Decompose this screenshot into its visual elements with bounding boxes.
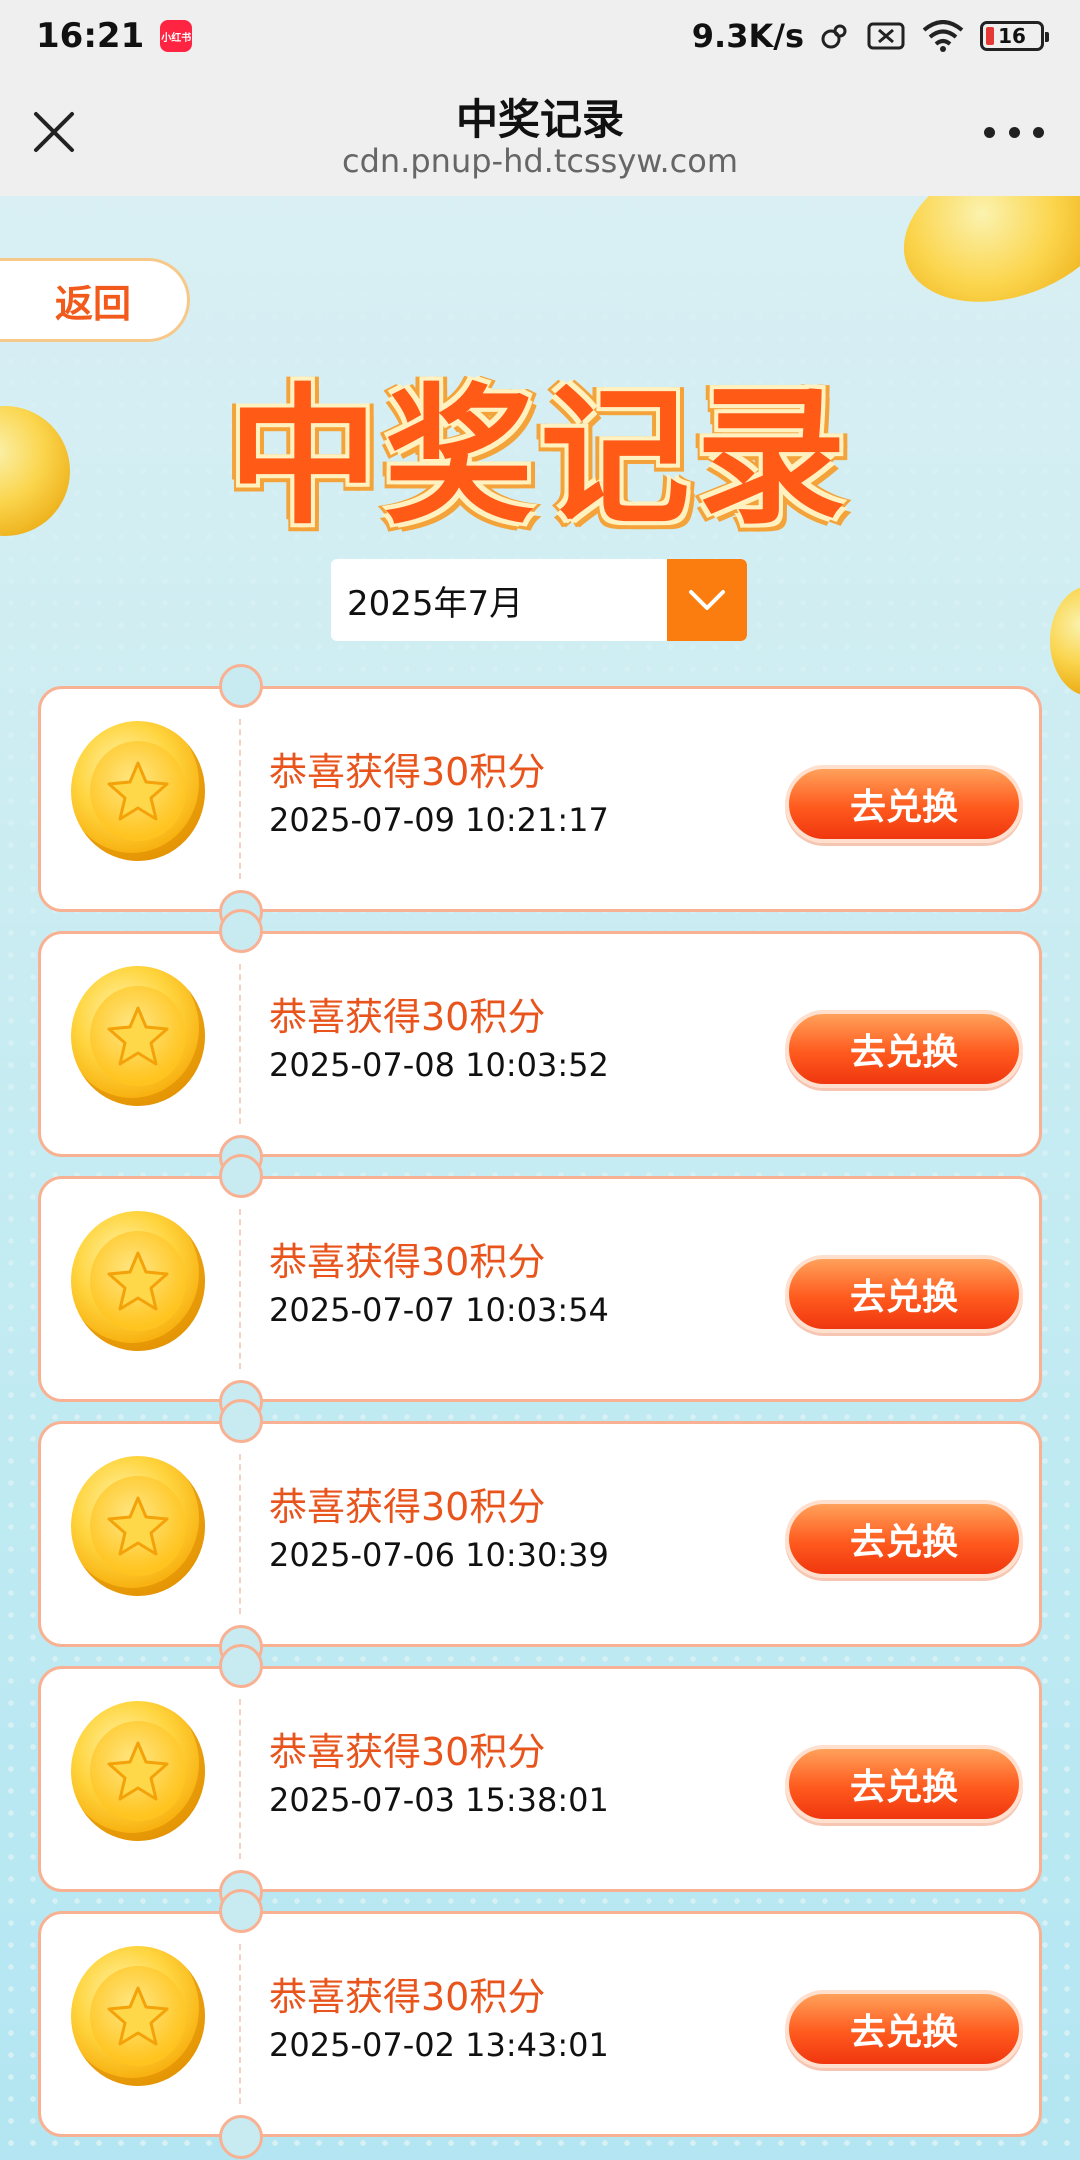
more-menu-button[interactable]	[984, 124, 1044, 140]
record-card: 恭喜获得30积分 2025-07-02 13:43:01 去兑换	[38, 1889, 1042, 2159]
network-speed: 9.3K/s	[691, 17, 804, 55]
redeem-button[interactable]: 去兑换	[785, 1745, 1023, 1823]
month-select-value: 2025年7月	[347, 583, 524, 624]
star-coin-icon	[71, 1946, 205, 2086]
battery-icon: 16	[980, 21, 1049, 51]
record-list: 恭喜获得30积分 2025-07-09 10:21:17 去兑换 恭喜获得30积…	[38, 664, 1042, 2159]
record-time: 2025-07-08 10:03:52	[269, 1046, 609, 1084]
star-coin-icon	[71, 966, 205, 1106]
record-time: 2025-07-06 10:30:39	[269, 1536, 609, 1574]
chevron-down-icon[interactable]	[667, 559, 747, 641]
redeem-button[interactable]: 去兑换	[785, 1255, 1023, 1333]
record-card: 恭喜获得30积分 2025-07-03 15:38:01 去兑换	[38, 1644, 1042, 1914]
xiaohongshu-app-icon: 小红书	[160, 20, 193, 52]
status-time: 16:21	[36, 16, 145, 56]
record-title: 恭喜获得30积分	[269, 1975, 546, 2019]
star-coin-icon	[71, 1456, 205, 1596]
wifi-icon	[922, 20, 964, 52]
decorative-coin-icon	[882, 196, 1080, 330]
record-card: 恭喜获得30积分 2025-07-06 10:30:39 去兑换	[38, 1399, 1042, 1669]
more-dot-icon	[1008, 126, 1020, 138]
star-coin-icon	[71, 1211, 205, 1351]
redeem-button[interactable]: 去兑换	[785, 1500, 1023, 1578]
browser-title-bar: 中奖记录 cdn.pnup-hd.tcssyw.com	[0, 72, 1080, 196]
star-coin-icon	[71, 721, 205, 861]
record-card: 恭喜获得30积分 2025-07-07 10:03:54 去兑换	[38, 1154, 1042, 1424]
page-heading: 中奖记录	[227, 371, 852, 545]
record-title: 恭喜获得30积分	[269, 1240, 546, 1284]
record-title: 恭喜获得30积分	[269, 1485, 546, 1529]
more-dot-icon	[984, 126, 995, 138]
record-time: 2025-07-09 10:21:17	[269, 801, 609, 839]
redeem-button[interactable]: 去兑换	[785, 1010, 1023, 1088]
record-title: 恭喜获得30积分	[269, 995, 546, 1039]
more-dot-icon	[1033, 126, 1044, 138]
main-content: 返回 中奖记录 2025年7月 恭喜获得30积分 2025-07-09 10:2…	[0, 196, 1080, 2160]
page-title: 中奖记录	[455, 95, 624, 144]
record-time: 2025-07-07 10:03:54	[269, 1291, 609, 1329]
status-bar: 16:21 小红书 9.3K/s 16	[0, 0, 1080, 72]
redeem-button[interactable]: 去兑换	[785, 765, 1023, 843]
record-title: 恭喜获得30积分	[269, 1730, 546, 1774]
redeem-button[interactable]: 去兑换	[785, 1990, 1023, 2068]
record-title: 恭喜获得30积分	[269, 750, 546, 794]
decorative-coin-icon	[1050, 586, 1080, 696]
page-url: cdn.pnup-hd.tcssyw.com	[341, 142, 739, 180]
month-select[interactable]: 2025年7月	[331, 559, 747, 641]
record-card: 恭喜获得30积分 2025-07-08 10:03:52 去兑换	[38, 909, 1042, 1179]
record-time: 2025-07-03 15:38:01	[269, 1781, 609, 1819]
back-button[interactable]: 返回	[0, 258, 190, 342]
star-coin-icon	[71, 1701, 205, 1841]
sim-off-icon	[866, 21, 906, 51]
battery-level: 16	[998, 24, 1026, 48]
record-time: 2025-07-02 13:43:01	[269, 2026, 609, 2064]
record-card: 恭喜获得30积分 2025-07-09 10:21:17 去兑换	[38, 664, 1042, 934]
link-icon	[820, 21, 850, 51]
